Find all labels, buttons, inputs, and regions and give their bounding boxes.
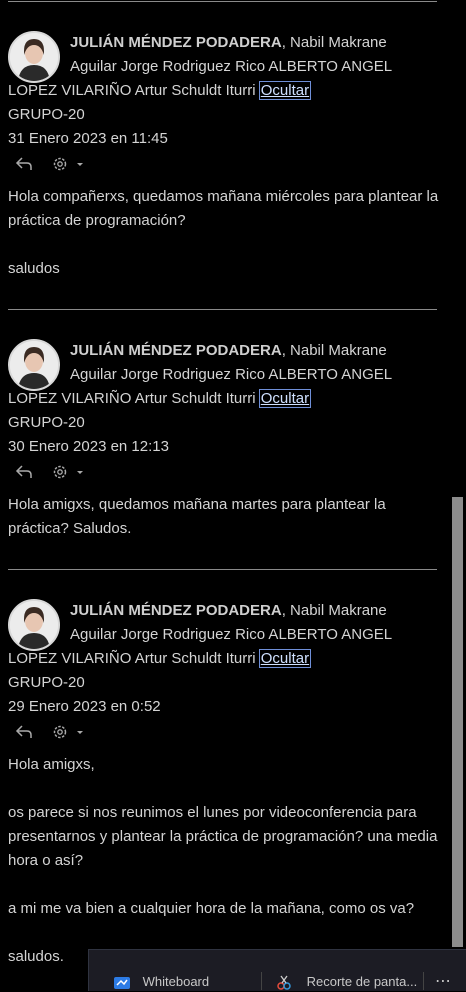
chevron-down-icon[interactable] (75, 463, 85, 489)
gear-icon[interactable] (50, 155, 70, 181)
group-name: GRUPO-20 (8, 674, 85, 691)
message-date: 31 Enero 2023 en 11:45 (8, 130, 168, 147)
recipients-line-3-row: LOPEZ VILARIÑO Artur Schuldt Iturri Ocul… (8, 79, 448, 103)
recipients-line-3: LOPEZ VILARIÑO Artur Schuldt Iturri (8, 390, 256, 407)
message-header: JULIÁN MÉNDEZ PODADERA, Nabil Makrane Ag… (8, 339, 448, 387)
chevron-down-icon[interactable] (75, 723, 85, 749)
message-body: Hola compañerxs, quedamos mañana miércol… (8, 185, 448, 281)
taskbar-thumbnails: Whiteboard Recorte de panta... ⋯ (88, 949, 466, 991)
body-paragraph: Hola amigxs, (8, 756, 95, 773)
message-date: 30 Enero 2023 en 12:13 (8, 438, 169, 455)
message-actions (8, 721, 448, 747)
message-body: Hola amigxs, quedamos mañana martes para… (8, 493, 448, 541)
hide-recipients-link[interactable]: Ocultar (258, 649, 312, 668)
recipients-line-2: Aguilar Jorge Rodriguez Rico ALBERTO ANG… (70, 626, 393, 643)
reply-icon[interactable] (14, 723, 34, 749)
recipients-line-3: LOPEZ VILARIÑO Artur Schuldt Iturri (8, 82, 256, 99)
body-paragraph: os parece si nos reunimos el lunes por v… (8, 804, 438, 869)
taskbar-item-snipping[interactable]: Recorte de panta... (275, 972, 417, 992)
body-paragraph: Hola compañerxs, quedamos mañana miércol… (8, 188, 439, 229)
author-name[interactable]: JULIÁN MÉNDEZ PODADERA (70, 602, 282, 619)
message-actions (8, 153, 448, 179)
message-1: JULIÁN MÉNDEZ PODADERA, Nabil Makrane Ag… (8, 31, 448, 281)
gear-icon[interactable] (50, 723, 70, 749)
whiteboard-icon (114, 976, 130, 989)
recipients-line-3-row: LOPEZ VILARIÑO Artur Schuldt Iturri Ocul… (8, 387, 448, 411)
group-name: GRUPO-20 (8, 414, 85, 431)
taskbar-item-label: Recorte de panta... (306, 974, 418, 989)
body-paragraph: Hola amigxs, quedamos mañana martes para… (8, 496, 386, 537)
hide-recipients-link[interactable]: Ocultar (258, 389, 312, 408)
gear-icon[interactable] (50, 463, 70, 489)
group-name: GRUPO-20 (8, 106, 85, 123)
message-actions (8, 461, 448, 487)
message-date: 29 Enero 2023 en 0:52 (8, 698, 161, 715)
body-paragraph: saludos (8, 260, 60, 277)
reply-icon[interactable] (14, 155, 34, 181)
taskbar-item-label: Whiteboard (142, 974, 210, 989)
taskbar-item-whiteboard[interactable]: Whiteboard (113, 972, 209, 992)
message-header: JULIÁN MÉNDEZ PODADERA, Nabil Makrane Ag… (8, 31, 448, 79)
snipping-tool-icon (277, 975, 291, 990)
more-options-icon[interactable]: ⋯ (435, 972, 451, 992)
message-2: JULIÁN MÉNDEZ PODADERA, Nabil Makrane Ag… (8, 339, 448, 541)
taskbar-separator (261, 972, 262, 990)
avatar[interactable] (8, 339, 60, 391)
recipients-line-2: Aguilar Jorge Rodriguez Rico ALBERTO ANG… (70, 58, 393, 75)
avatar[interactable] (8, 31, 60, 83)
hide-recipients-link[interactable]: Ocultar (258, 81, 312, 100)
reply-icon[interactable] (14, 463, 34, 489)
body-paragraph: a mi me va bien a cualquier hora de la m… (8, 900, 415, 917)
message-header: JULIÁN MÉNDEZ PODADERA, Nabil Makrane Ag… (8, 599, 448, 647)
avatar[interactable] (8, 599, 60, 651)
recipients-line-1: , Nabil Makrane (281, 34, 387, 51)
recipients-line-3-row: LOPEZ VILARIÑO Artur Schuldt Iturri Ocul… (8, 647, 448, 671)
author-name[interactable]: JULIÁN MÉNDEZ PODADERA (70, 34, 282, 51)
chevron-down-icon[interactable] (75, 155, 85, 181)
recipients-line-1: , Nabil Makrane (281, 342, 387, 359)
author-name[interactable]: JULIÁN MÉNDEZ PODADERA (70, 342, 282, 359)
message-divider (8, 309, 437, 310)
top-divider (8, 1, 437, 2)
recipients-line-1: , Nabil Makrane (281, 602, 387, 619)
recipients-line-3: LOPEZ VILARIÑO Artur Schuldt Iturri (8, 650, 256, 667)
recipients-line-2: Aguilar Jorge Rodriguez Rico ALBERTO ANG… (70, 366, 393, 383)
message-3: JULIÁN MÉNDEZ PODADERA, Nabil Makrane Ag… (8, 599, 448, 969)
message-divider (8, 569, 437, 570)
taskbar-separator (423, 972, 424, 990)
scrollbar-thumb[interactable] (452, 497, 463, 947)
message-body: Hola amigxs, os parece si nos reunimos e… (8, 753, 438, 969)
